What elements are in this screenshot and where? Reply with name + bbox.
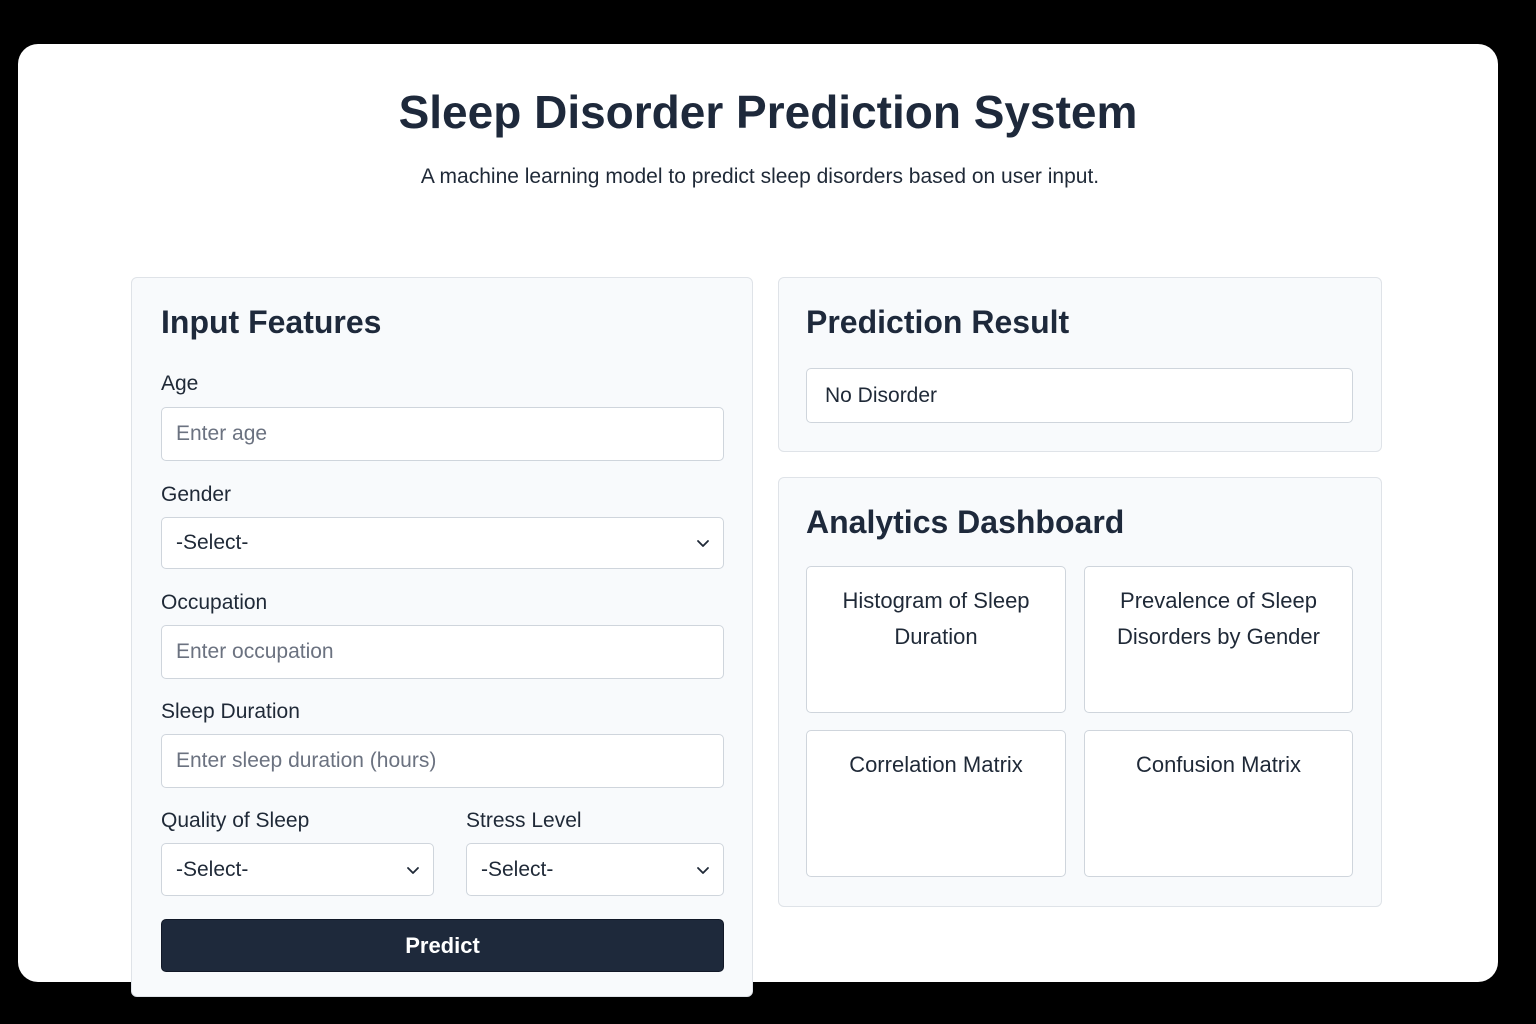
- confusion-matrix-label: Confusion Matrix: [1135, 752, 1302, 777]
- quality-of-sleep-select-value: -Select-: [176, 857, 249, 881]
- gender-select-value: -Select-: [176, 531, 249, 554]
- gender-select[interactable]: -Select-: [161, 517, 724, 569]
- stress-level-select-value: -Select-: [481, 857, 554, 881]
- occupation-input[interactable]: [161, 625, 724, 679]
- predict-button[interactable]: Predict: [161, 919, 724, 972]
- confusion-matrix-tile[interactable]: Confusion Matrix: [1084, 730, 1353, 877]
- gender-label: Gender: [161, 483, 232, 506]
- sleep-duration-label: Sleep Duration: [161, 700, 300, 723]
- prediction-result-text: No Disorder: [825, 383, 938, 407]
- chevron-down-icon: [697, 866, 709, 874]
- chevron-down-icon: [407, 866, 419, 874]
- stress-level-label: Stress Level: [466, 809, 582, 832]
- analytics-dashboard-title: Analytics Dashboard: [806, 504, 1125, 540]
- correlation-matrix-label: Correlation Matrix: [849, 752, 1023, 777]
- correlation-matrix-tile[interactable]: Correlation Matrix: [806, 730, 1066, 877]
- occupation-label: Occupation: [161, 591, 268, 614]
- quality-of-sleep-label: Quality of Sleep: [161, 809, 310, 832]
- prevalence-by-gender-tile[interactable]: Prevalence of Sleep Disorders by Gender: [1084, 566, 1353, 713]
- sleep-duration-input[interactable]: [161, 734, 724, 788]
- age-label: Age: [161, 372, 199, 395]
- prevalence-by-gender-label: Prevalence of Sleep Disorders by Gender: [1117, 588, 1320, 649]
- chevron-down-icon: [697, 540, 709, 547]
- input-features-title: Input Features: [161, 304, 382, 340]
- prediction-result-value: No Disorder: [806, 368, 1353, 423]
- stress-level-select[interactable]: -Select-: [466, 843, 724, 896]
- prediction-result-title: Prediction Result: [806, 304, 1070, 340]
- quality-of-sleep-select[interactable]: -Select-: [161, 843, 434, 896]
- age-input[interactable]: [161, 407, 724, 461]
- histogram-sleep-duration-tile[interactable]: Histogram of Sleep Duration: [806, 566, 1066, 713]
- page-subtitle: A machine learning model to predict slee…: [420, 165, 1100, 188]
- histogram-sleep-duration-label: Histogram of Sleep Duration: [842, 588, 1030, 649]
- page-title: Sleep Disorder Prediction System: [398, 86, 1138, 138]
